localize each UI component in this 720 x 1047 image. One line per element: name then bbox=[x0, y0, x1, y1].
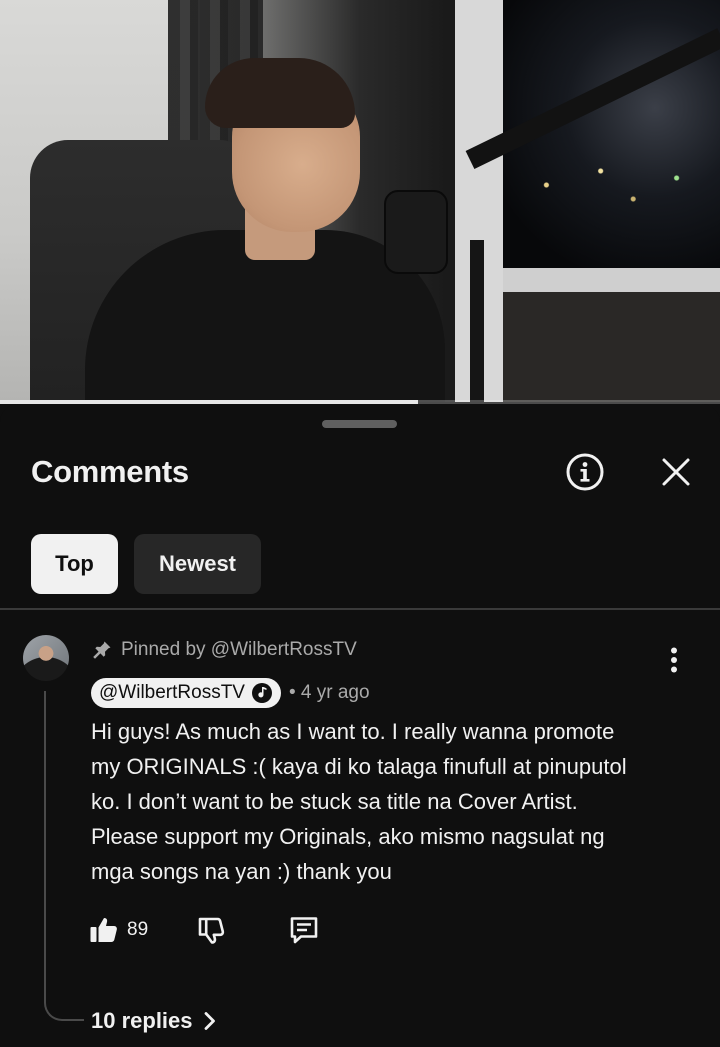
replies-label: 10 replies bbox=[91, 1008, 193, 1033]
comment-age: • 4 yr ago bbox=[288, 682, 370, 703]
author-badge[interactable]: @WilbertRossTV bbox=[91, 678, 281, 708]
dislike-button[interactable] bbox=[194, 912, 230, 948]
tab-top[interactable]: Top bbox=[31, 534, 118, 594]
video-person-hair bbox=[205, 58, 355, 128]
video-room-corner bbox=[503, 292, 720, 402]
more-vertical-icon bbox=[671, 647, 677, 673]
close-icon bbox=[662, 458, 690, 486]
like-count: 89 bbox=[127, 919, 149, 940]
thumbs-up-icon bbox=[90, 918, 117, 942]
info-button[interactable] bbox=[563, 450, 607, 494]
view-replies-button[interactable]: 10 replies bbox=[91, 1004, 217, 1038]
close-button[interactable] bbox=[654, 450, 698, 494]
video-player[interactable] bbox=[0, 0, 720, 402]
pin-icon bbox=[92, 640, 112, 660]
reply-button[interactable] bbox=[286, 912, 322, 948]
comment-text: Hi guys! As much as I want to. I really … bbox=[91, 719, 627, 884]
drag-handle[interactable] bbox=[322, 420, 397, 428]
chevron-right-icon bbox=[203, 1011, 217, 1031]
comments-sheet: Comments Top Newest Pinned by @WilbertRo… bbox=[0, 404, 720, 1047]
like-button[interactable]: 89 bbox=[89, 912, 148, 948]
comment-author-row: @WilbertRossTV • 4 yr ago bbox=[91, 678, 370, 708]
video-mic-stand bbox=[470, 240, 484, 402]
divider bbox=[0, 608, 720, 610]
author-name: @WilbertRossTV bbox=[99, 682, 245, 703]
reply-comment-icon bbox=[290, 917, 318, 944]
reply-thread-line bbox=[44, 691, 84, 1021]
video-window-sill bbox=[503, 268, 720, 292]
sheet-title: Comments bbox=[31, 454, 189, 489]
pinned-label: Pinned by @WilbertRossTV bbox=[92, 638, 357, 662]
comment-more-button[interactable] bbox=[658, 644, 690, 676]
thumbs-down-icon bbox=[198, 917, 225, 944]
video-microphone bbox=[384, 190, 448, 274]
tab-newest[interactable]: Newest bbox=[134, 534, 261, 594]
pinned-text: Pinned by @WilbertRossTV bbox=[121, 639, 357, 660]
avatar[interactable] bbox=[23, 635, 69, 681]
music-note-verified-icon bbox=[251, 682, 273, 704]
info-icon bbox=[566, 453, 604, 491]
